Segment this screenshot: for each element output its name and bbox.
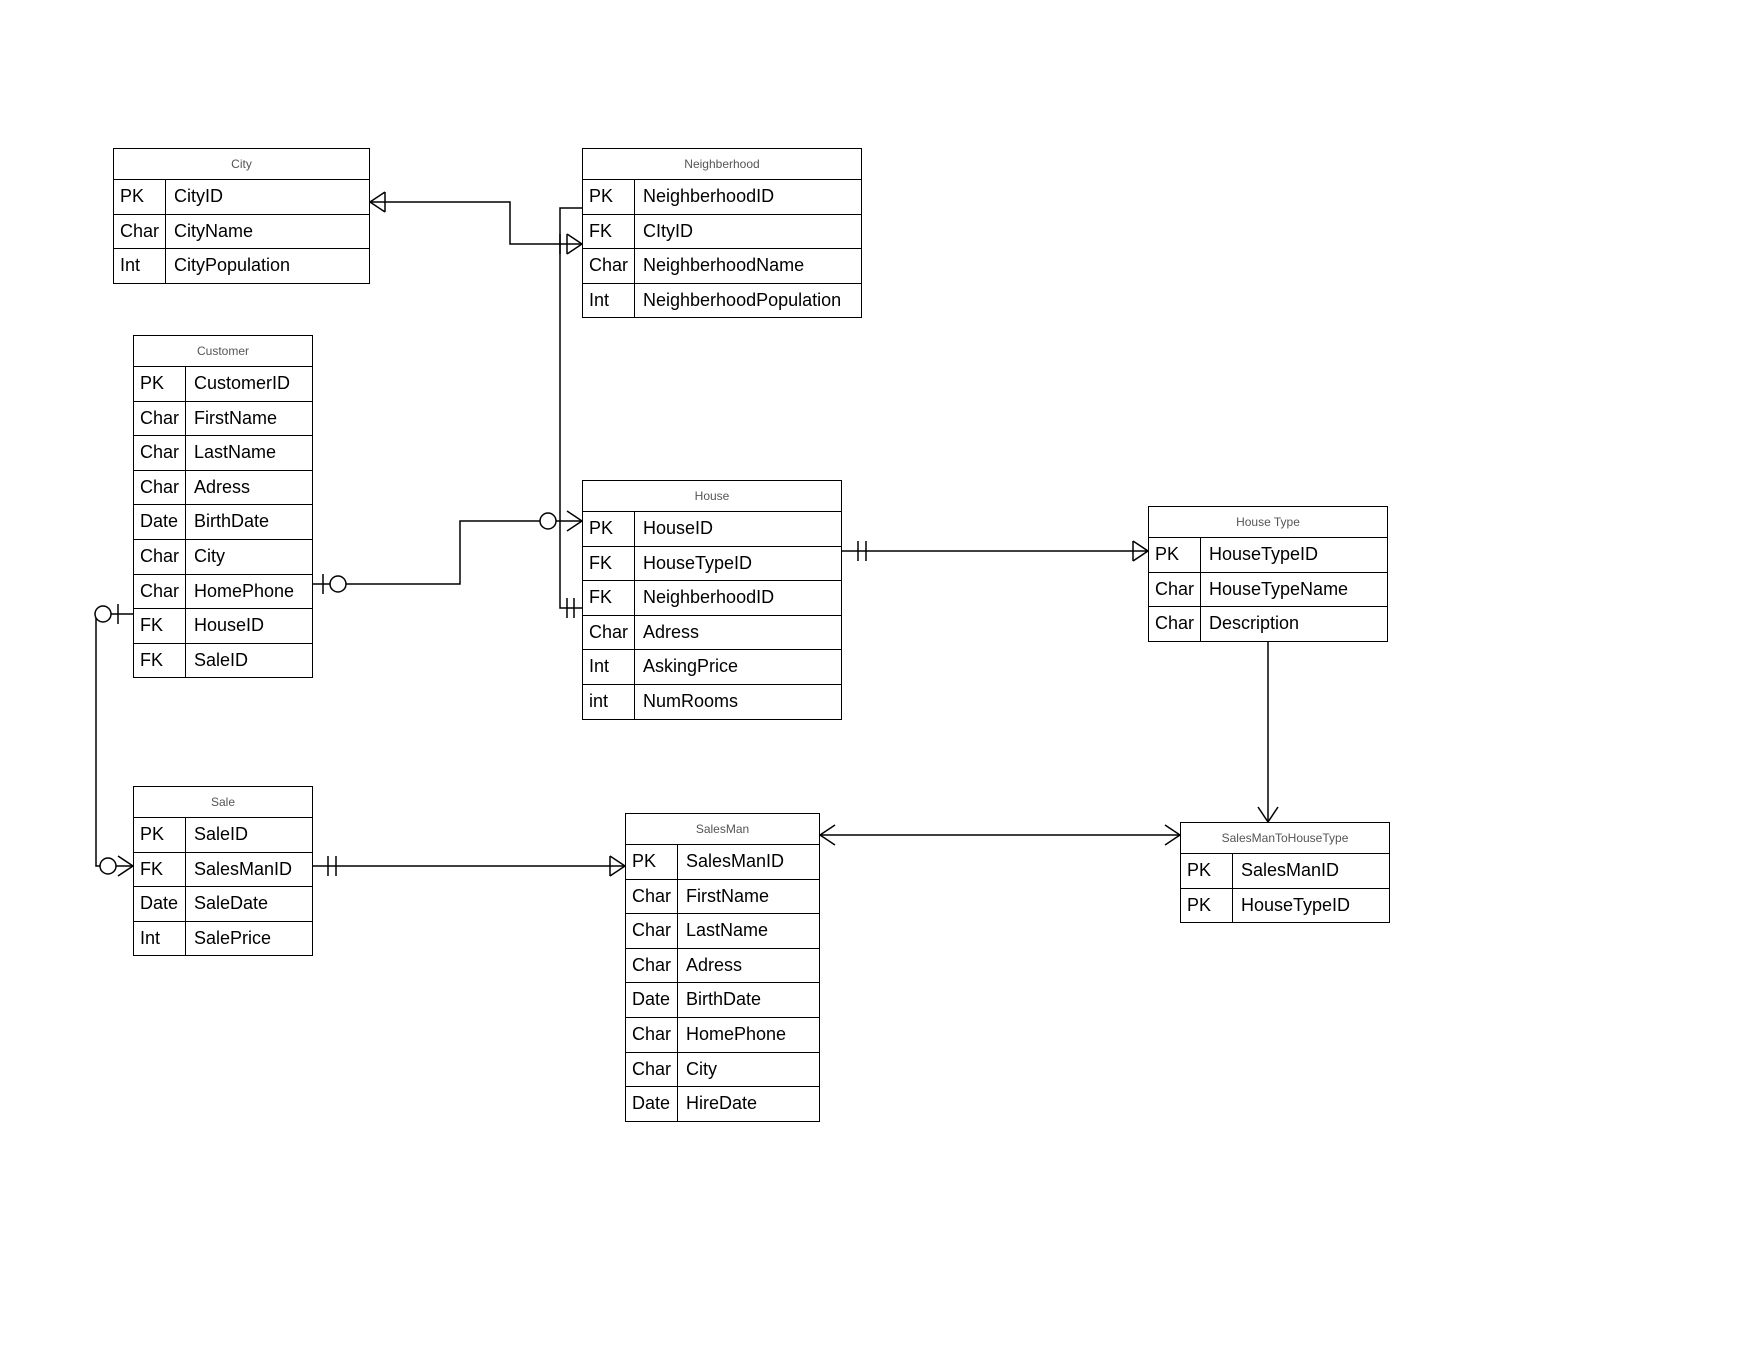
table-row: CharNeighberhoodName — [583, 248, 861, 283]
table-row: CharFirstName — [626, 879, 819, 914]
table-row: FKSalesManID — [134, 852, 312, 887]
entity-house: House PKHouseID FKHouseTypeID FKNeighber… — [582, 480, 842, 720]
entity-title: Customer — [134, 336, 312, 367]
table-row: DateBirthDate — [626, 982, 819, 1017]
table-row: CharCity — [134, 539, 312, 574]
table-row: IntNeighberhoodPopulation — [583, 283, 861, 318]
table-row: FKSaleID — [134, 643, 312, 678]
table-row: IntSalePrice — [134, 921, 312, 956]
entity-salesmantohousetype: SalesManToHouseType PKSalesManID PKHouse… — [1180, 822, 1390, 923]
table-row: PKHouseID — [583, 512, 841, 546]
table-row: intNumRooms — [583, 684, 841, 719]
entity-salesman: SalesMan PKSalesManID CharFirstName Char… — [625, 813, 820, 1122]
table-row: PKCityID — [114, 180, 369, 214]
entity-title: Neighberhood — [583, 149, 861, 180]
table-row: CharCityName — [114, 214, 369, 249]
table-row: FKHouseID — [134, 608, 312, 643]
entity-title: SalesMan — [626, 814, 819, 845]
table-row: DateSaleDate — [134, 886, 312, 921]
table-row: CharHomePhone — [626, 1017, 819, 1052]
entity-title: City — [114, 149, 369, 180]
er-diagram-canvas: City PKCityID CharCityName IntCityPopula… — [0, 0, 1758, 1358]
table-row: FKCItyID — [583, 214, 861, 249]
table-row: CharAdress — [626, 948, 819, 983]
entity-title: House Type — [1149, 507, 1387, 538]
entity-city: City PKCityID CharCityName IntCityPopula… — [113, 148, 370, 284]
entity-housetype: House Type PKHouseTypeID CharHouseTypeNa… — [1148, 506, 1388, 642]
entity-sale: Sale PKSaleID FKSalesManID DateSaleDate … — [133, 786, 313, 956]
table-row: FKHouseTypeID — [583, 546, 841, 581]
table-row: PKSalesManID — [1181, 854, 1389, 888]
table-row: CharDescription — [1149, 606, 1387, 641]
table-row: IntCityPopulation — [114, 248, 369, 283]
table-row: CharCity — [626, 1052, 819, 1087]
entity-title: Sale — [134, 787, 312, 818]
table-row: CharLastName — [134, 435, 312, 470]
table-row: CharAdress — [134, 470, 312, 505]
table-row: IntAskingPrice — [583, 649, 841, 684]
table-row: CharLastName — [626, 913, 819, 948]
table-row: CharHouseTypeName — [1149, 572, 1387, 607]
table-row: PKNeighberhoodID — [583, 180, 861, 214]
table-row: PKCustomerID — [134, 367, 312, 401]
table-row: PKHouseTypeID — [1149, 538, 1387, 572]
entity-customer: Customer PKCustomerID CharFirstName Char… — [133, 335, 313, 678]
entity-title: House — [583, 481, 841, 512]
table-row: CharAdress — [583, 615, 841, 650]
table-row: DateHireDate — [626, 1086, 819, 1121]
table-row: DateBirthDate — [134, 504, 312, 539]
table-row: FKNeighberhoodID — [583, 580, 841, 615]
table-row: CharFirstName — [134, 401, 312, 436]
table-row: PKSaleID — [134, 818, 312, 852]
table-row: PKSalesManID — [626, 845, 819, 879]
entity-neighberhood: Neighberhood PKNeighberhoodID FKCItyID C… — [582, 148, 862, 318]
table-row: CharHomePhone — [134, 574, 312, 609]
table-row: PKHouseTypeID — [1181, 888, 1389, 923]
entity-title: SalesManToHouseType — [1181, 823, 1389, 854]
